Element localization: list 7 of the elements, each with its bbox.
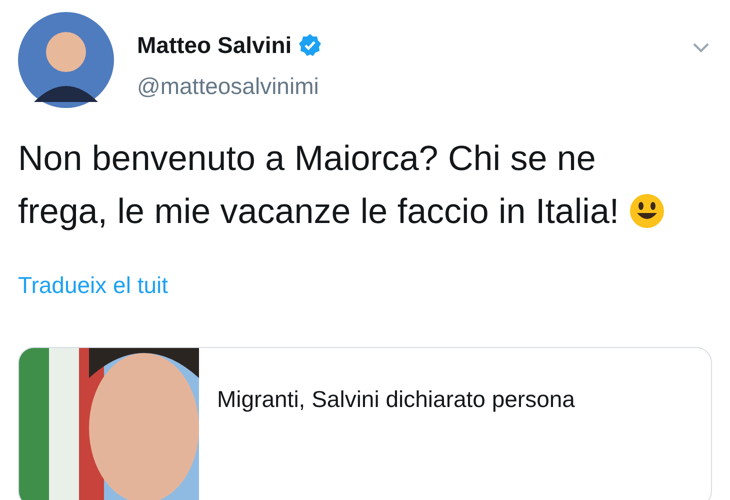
smiley-emoji-icon: [629, 193, 666, 229]
card-title: Migranti, Salvini dichiarato persona: [217, 386, 575, 412]
link-card[interactable]: Migranti, Salvini dichiarato persona: [18, 346, 712, 500]
chevron-down-icon[interactable]: [692, 42, 710, 54]
author-handle: @matteosalvinimi: [137, 72, 320, 100]
author-name[interactable]: Matteo Salvini: [137, 28, 292, 62]
tweet-text: Non benvenuto a Maiorca? Chi se ne frega, le mie vacanze le faccio in Italia!: [18, 139, 620, 231]
